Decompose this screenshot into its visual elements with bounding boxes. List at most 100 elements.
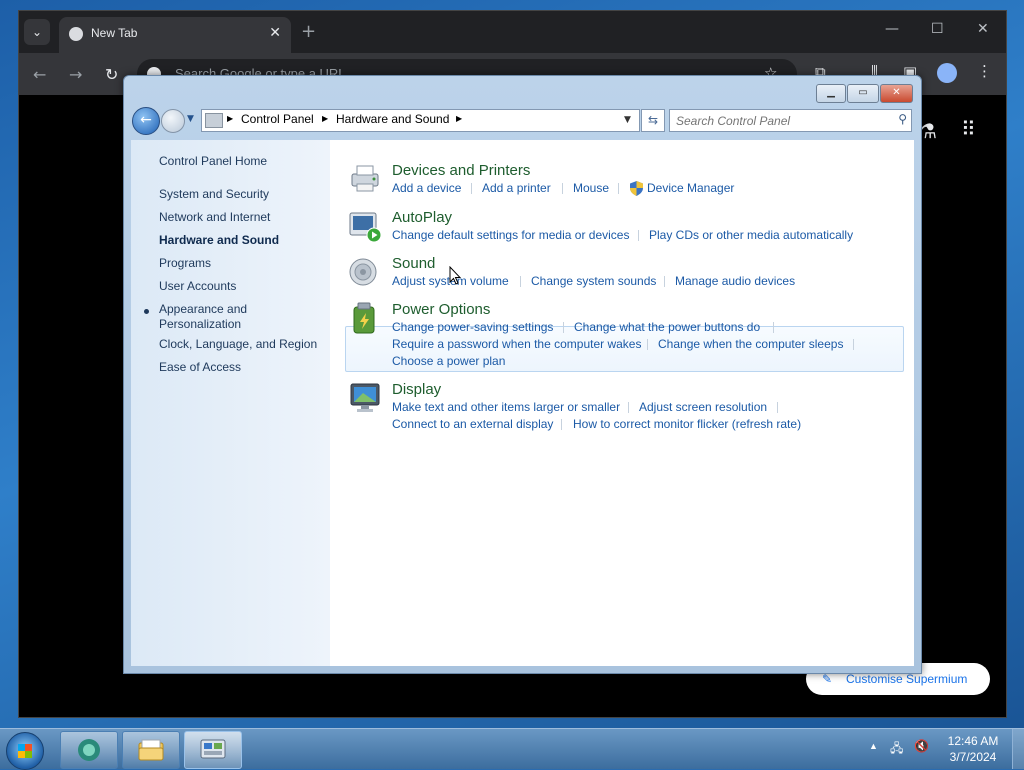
separator: [777, 402, 778, 413]
mouse-link[interactable]: Mouse: [573, 181, 609, 195]
back-button[interactable]: ←: [132, 107, 160, 135]
autoplay-icon: [349, 212, 382, 243]
start-button[interactable]: [6, 732, 44, 770]
separator: [618, 183, 619, 194]
volume-muted-icon[interactable]: 🔇: [914, 739, 929, 753]
add-a-device-link[interactable]: Add a device: [392, 181, 461, 195]
refresh-button[interactable]: ⇆: [641, 109, 665, 132]
separator: [563, 322, 564, 333]
sound-title[interactable]: Sound: [392, 255, 435, 272]
correct-monitor-flicker-link[interactable]: How to correct monitor flicker (refresh …: [573, 417, 801, 431]
browser-close-button[interactable]: ✕: [977, 21, 989, 37]
browser-forward-icon[interactable]: →: [69, 65, 82, 84]
device-manager-link[interactable]: Device Manager: [647, 181, 734, 195]
separator: [638, 230, 639, 241]
nav-programs[interactable]: Programs: [159, 256, 211, 271]
breadcrumb-arrow-icon[interactable]: ▶: [322, 114, 328, 123]
separator: [520, 276, 521, 287]
close-button[interactable]: ✕: [880, 84, 913, 103]
minimize-button[interactable]: ▁: [816, 84, 846, 103]
browser-reload-icon[interactable]: ↻: [105, 65, 118, 84]
tab-favicon-icon: [69, 27, 83, 41]
nav-hardware-and-sound[interactable]: Hardware and Sound: [159, 233, 279, 248]
content-pane: Devices and Printers Add a device Add a …: [330, 140, 914, 666]
separator: [664, 276, 665, 287]
nav-system-and-security[interactable]: System and Security: [159, 187, 269, 202]
clock-date: 3/7/2024: [949, 750, 997, 764]
play-cds-automatically-link[interactable]: Play CDs or other media automatically: [649, 228, 853, 242]
taskbar-control-panel-button[interactable]: [184, 731, 242, 769]
profile-avatar[interactable]: [937, 63, 957, 83]
make-text-larger-link[interactable]: Make text and other items larger or smal…: [392, 400, 620, 414]
change-system-sounds-link[interactable]: Change system sounds: [531, 274, 656, 288]
display-monitor-icon: [350, 383, 380, 412]
address-dropdown-icon[interactable]: ▼: [624, 115, 631, 125]
choose-power-plan-link[interactable]: Choose a power plan: [392, 354, 505, 368]
show-desktop-button[interactable]: [1012, 729, 1024, 769]
system-clock[interactable]: 12:46 AM 3/7/2024: [942, 733, 1004, 765]
control-panel-home-link[interactable]: Control Panel Home: [159, 154, 267, 169]
separator: [647, 339, 648, 350]
nav-appearance-and-personalization[interactable]: Appearance and Personalization: [159, 302, 247, 332]
autoplay-title[interactable]: AutoPlay: [392, 209, 452, 226]
require-password-on-wake-link[interactable]: Require a password when the computer wak…: [392, 337, 641, 351]
tab-search-button[interactable]: ⌄: [24, 19, 50, 45]
taskbar: ▲ 🖧 🔇 12:46 AM 3/7/2024: [0, 728, 1024, 770]
tab-close-icon[interactable]: ✕: [269, 25, 281, 41]
browser-maximize-button[interactable]: ☐: [931, 21, 944, 37]
add-a-printer-link[interactable]: Add a printer: [482, 181, 551, 195]
search-input[interactable]: [674, 112, 888, 129]
nav-clock-language-region[interactable]: Clock, Language, and Region: [159, 337, 317, 352]
maximize-button[interactable]: ▭: [847, 84, 879, 103]
control-panel-app-icon: [200, 739, 226, 759]
breadcrumb-control-panel[interactable]: Control Panel: [241, 112, 314, 126]
tab-new-tab[interactable]: New Tab ✕: [59, 17, 291, 53]
change-default-media-settings-link[interactable]: Change default settings for media or dev…: [392, 228, 629, 242]
uac-shield-icon: [630, 181, 643, 196]
power-options-title[interactable]: Power Options: [392, 301, 490, 318]
printer-icon: [351, 165, 379, 192]
connect-external-display-link[interactable]: Connect to an external display: [392, 417, 553, 431]
mouse-cursor-icon: [449, 266, 461, 285]
separator: [471, 183, 472, 194]
change-power-buttons-link[interactable]: Change what the power buttons do: [574, 320, 760, 334]
breadcrumb-arrow-icon[interactable]: ▶: [227, 114, 233, 123]
forward-button[interactable]: [161, 109, 185, 133]
apps-grid-icon[interactable]: ⠿: [961, 117, 976, 141]
taskbar-explorer-button[interactable]: [122, 731, 180, 769]
browser-app-icon: [78, 739, 100, 761]
browser-minimize-button[interactable]: —: [885, 21, 899, 37]
breadcrumb-arrow-icon[interactable]: ▶: [456, 114, 462, 123]
manage-audio-devices-link[interactable]: Manage audio devices: [675, 274, 795, 288]
browser-back-icon[interactable]: ←: [33, 65, 46, 84]
network-icon[interactable]: 🖧: [890, 739, 903, 760]
navigation-pane: Control Panel Home System and Security N…: [131, 140, 330, 666]
clock-time: 12:46 AM: [947, 734, 999, 748]
control-panel-icon: [205, 113, 223, 128]
browser-menu-icon[interactable]: ⋮: [977, 62, 992, 80]
separator: [853, 339, 854, 350]
navigation-bar: ← ▼ ▶ Control Panel ▶ Hardware and Sound…: [124, 106, 921, 136]
nav-ease-of-access[interactable]: Ease of Access: [159, 360, 241, 375]
current-section-bullet: [144, 309, 149, 314]
address-bar[interactable]: ▶ Control Panel ▶ Hardware and Sound ▶ ▼: [201, 109, 640, 132]
adjust-screen-resolution-link[interactable]: Adjust screen resolution: [639, 400, 767, 414]
search-icon[interactable]: ⚲: [898, 112, 907, 126]
new-tab-button[interactable]: +: [301, 21, 316, 42]
nav-network-and-internet[interactable]: Network and Internet: [159, 210, 270, 225]
breadcrumb-hardware-and-sound[interactable]: Hardware and Sound: [336, 112, 449, 126]
folder-icon: [138, 739, 164, 761]
tab-title: New Tab: [91, 26, 138, 40]
recent-pages-dropdown-icon[interactable]: ▼: [187, 114, 194, 124]
nav-user-accounts[interactable]: User Accounts: [159, 279, 236, 294]
change-power-saving-settings-link[interactable]: Change power-saving settings: [392, 320, 553, 334]
show-hidden-icons-icon[interactable]: ▲: [869, 741, 878, 751]
control-panel-window: ▁ ▭ ✕ ← ▼ ▶ Control Panel ▶ Hardware and…: [123, 75, 922, 674]
separator: [561, 419, 562, 430]
search-box: ⚲: [669, 109, 912, 132]
devices-and-printers-title[interactable]: Devices and Printers: [392, 162, 530, 179]
windows-logo-icon: [18, 744, 32, 758]
display-title[interactable]: Display: [392, 381, 441, 398]
change-sleep-time-link[interactable]: Change when the computer sleeps: [658, 337, 843, 351]
taskbar-browser-button[interactable]: [60, 731, 118, 769]
